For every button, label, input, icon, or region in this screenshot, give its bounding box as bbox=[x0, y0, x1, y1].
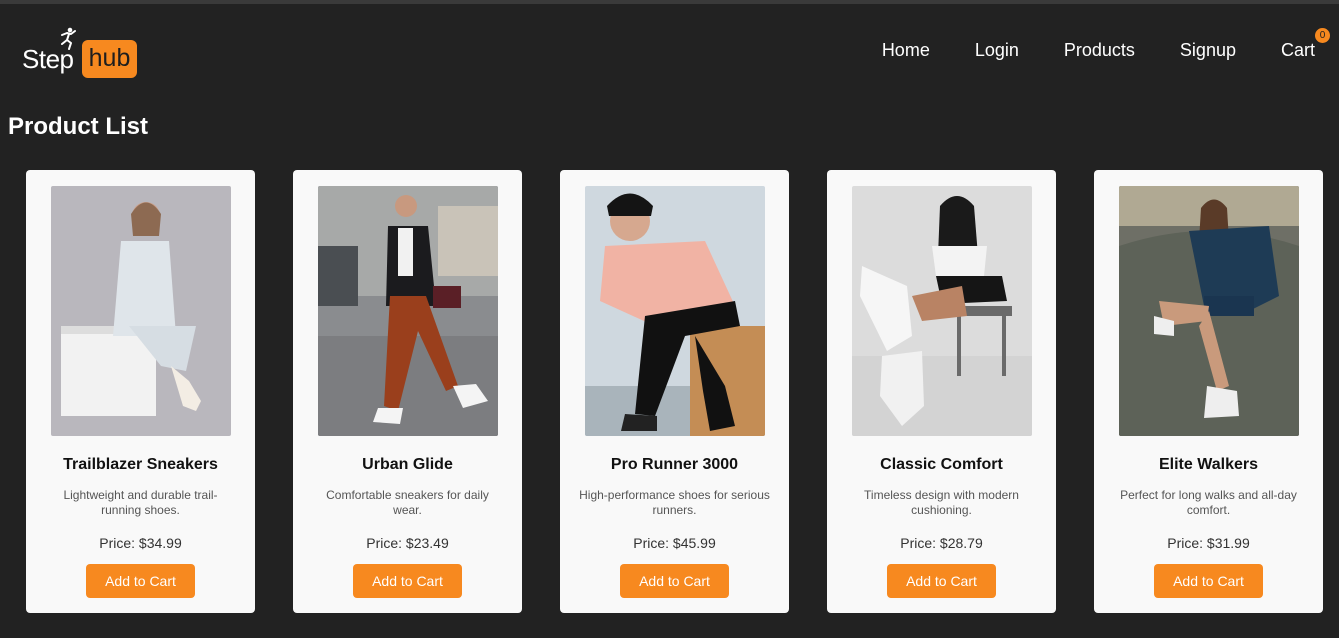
nav-cart-label: Cart bbox=[1280, 40, 1315, 60]
cart-count-badge: 0 bbox=[1315, 28, 1330, 43]
product-description: Timeless design with modern cushioning. bbox=[864, 488, 1019, 517]
product-price: Price: $28.79 bbox=[900, 535, 983, 551]
navbar: Step hub Home Login Products Signup Cart… bbox=[0, 4, 1339, 94]
product-description: Lightweight and durable trail-running sh… bbox=[63, 488, 218, 517]
nav-login-link[interactable]: Login bbox=[975, 40, 1019, 61]
product-card: Elite Walkers Perfect for long walks and… bbox=[1094, 170, 1323, 613]
product-price: Price: $45.99 bbox=[633, 535, 716, 551]
product-name: Trailblazer Sneakers bbox=[63, 456, 218, 473]
add-to-cart-button[interactable]: Add to Cart bbox=[887, 564, 996, 598]
product-name: Elite Walkers bbox=[1158, 456, 1258, 473]
stephub-logo[interactable]: Step hub bbox=[22, 26, 142, 82]
nav-cart-link[interactable]: Cart 0 bbox=[1280, 28, 1330, 61]
product-name: Classic Comfort bbox=[880, 456, 1003, 473]
nav-signup-link[interactable]: Signup bbox=[1180, 40, 1236, 61]
product-price: Price: $23.49 bbox=[366, 535, 449, 551]
product-image bbox=[1119, 186, 1299, 436]
add-to-cart-button[interactable]: Add to Cart bbox=[1154, 564, 1263, 598]
page-title: Product List bbox=[8, 113, 149, 140]
product-name: Urban Glide bbox=[362, 456, 453, 473]
main-menu: Home Login Products Signup Cart 0 bbox=[837, 28, 1330, 61]
nav-home-link[interactable]: Home bbox=[882, 40, 930, 61]
product-card: Urban Glide Comfortable sneakers for dai… bbox=[293, 170, 522, 613]
logo-step-text: Step bbox=[22, 44, 74, 74]
product-image bbox=[318, 186, 498, 436]
product-description: High-performance shoes for serious runne… bbox=[579, 488, 770, 517]
product-description: Perfect for long walks and all-day comfo… bbox=[1120, 488, 1297, 517]
product-card: Classic Comfort Timeless design with mod… bbox=[827, 170, 1056, 613]
product-card: Pro Runner 3000 High-performance shoes f… bbox=[560, 170, 789, 613]
add-to-cart-button[interactable]: Add to Cart bbox=[86, 564, 195, 598]
product-image bbox=[51, 186, 231, 436]
nav-products-link[interactable]: Products bbox=[1064, 40, 1135, 61]
product-grid: Trailblazer Sneakers Lightweight and dur… bbox=[26, 170, 1323, 613]
product-price: Price: $34.99 bbox=[99, 535, 182, 551]
logo-hub-text: hub bbox=[82, 40, 137, 78]
product-name: Pro Runner 3000 bbox=[610, 456, 739, 473]
product-description: Comfortable sneakers for daily wear. bbox=[326, 488, 489, 517]
add-to-cart-button[interactable]: Add to Cart bbox=[620, 564, 729, 598]
product-price: Price: $31.99 bbox=[1167, 535, 1250, 551]
add-to-cart-button[interactable]: Add to Cart bbox=[353, 564, 462, 598]
product-image bbox=[852, 186, 1032, 436]
product-card: Trailblazer Sneakers Lightweight and dur… bbox=[26, 170, 255, 613]
product-image bbox=[585, 186, 765, 436]
